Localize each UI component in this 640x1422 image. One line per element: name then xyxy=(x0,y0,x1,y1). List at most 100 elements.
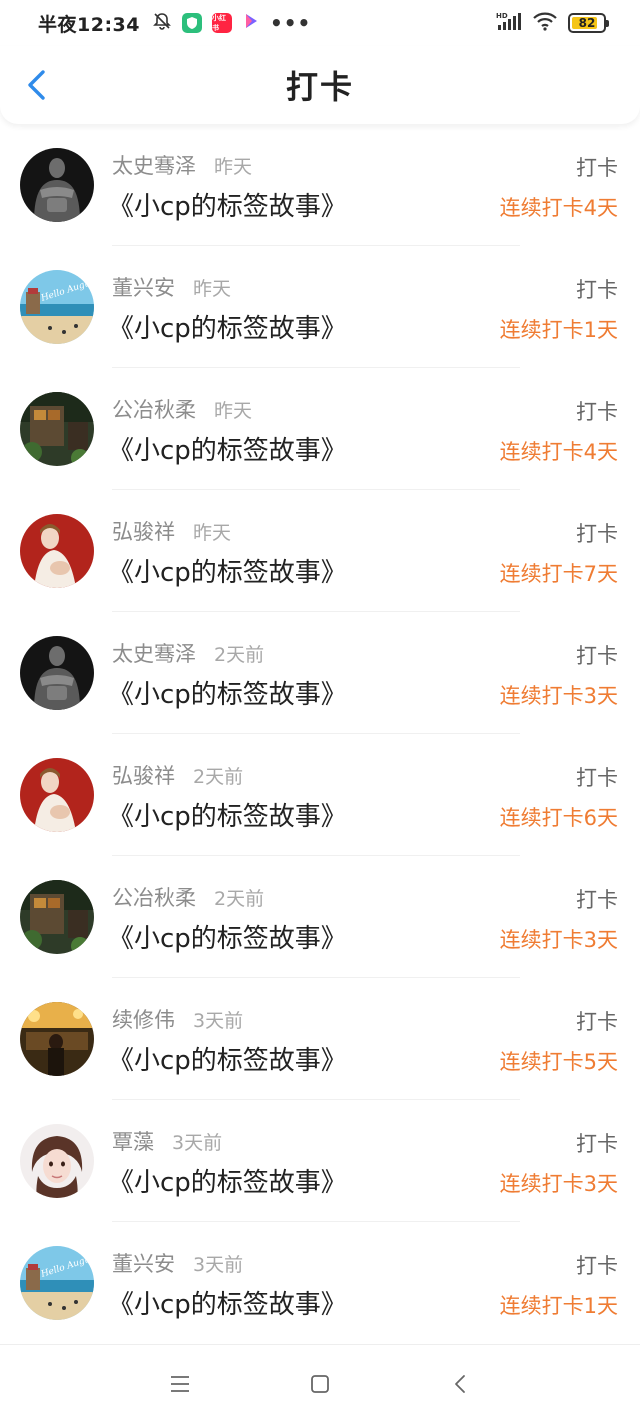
checkin-item[interactable]: Hello August 董兴安 昨天 《小cp的标签故事》 打卡 连续打卡1天 xyxy=(0,246,640,368)
avatar[interactable] xyxy=(20,392,94,466)
avatar[interactable] xyxy=(20,1124,94,1198)
page-title: 打卡 xyxy=(285,68,354,106)
checkin-label: 打卡 xyxy=(576,278,618,302)
streak-text: 连续打卡1天 xyxy=(499,318,618,342)
user-name[interactable]: 续修伟 xyxy=(112,1008,175,1032)
system-back-button[interactable] xyxy=(445,1369,475,1399)
entry-time: 2天前 xyxy=(214,644,265,666)
book-title[interactable]: 《小cp的标签故事》 xyxy=(108,918,347,955)
avatar[interactable] xyxy=(20,1002,94,1076)
chevron-left-icon xyxy=(28,70,45,100)
entry-meta: 太史骞泽 2天前 xyxy=(112,638,264,668)
entry-meta: 公冶秋柔 2天前 xyxy=(112,882,264,912)
entry-time: 昨天 xyxy=(193,278,232,300)
back-button[interactable] xyxy=(22,70,52,100)
entry-time: 3天前 xyxy=(172,1132,223,1154)
book-title[interactable]: 《小cp的标签故事》 xyxy=(108,1162,347,1199)
checkin-item[interactable]: 覃藻 3天前 《小cp的标签故事》 打卡 连续打卡3天 xyxy=(0,1100,640,1222)
checkin-label: 打卡 xyxy=(576,888,618,912)
user-name[interactable]: 公冶秋柔 xyxy=(112,886,196,910)
user-name[interactable]: 董兴安 xyxy=(112,276,175,300)
entry-meta: 董兴安 3天前 xyxy=(112,1248,243,1278)
streak-text: 连续打卡3天 xyxy=(499,928,618,952)
checkin-item[interactable]: 续修伟 3天前 《小cp的标签故事》 打卡 连续打卡5天 xyxy=(0,978,640,1100)
streak-text: 连续打卡7天 xyxy=(499,562,618,586)
checkin-item[interactable]: 公冶秋柔 2天前 《小cp的标签故事》 打卡 连续打卡3天 xyxy=(0,856,640,978)
checkin-item[interactable]: 太史骞泽 2天前 《小cp的标签故事》 打卡 连续打卡3天 xyxy=(0,612,640,734)
user-name[interactable]: 太史骞泽 xyxy=(112,154,196,178)
book-title[interactable]: 《小cp的标签故事》 xyxy=(108,796,347,833)
streak-text: 连续打卡1天 xyxy=(499,1294,618,1318)
entry-time: 3天前 xyxy=(193,1254,244,1276)
battery-percent: 82 xyxy=(578,16,596,30)
app-badge-text: 小红书 xyxy=(211,14,226,32)
checkin-label: 打卡 xyxy=(576,1132,618,1156)
entry-time: 2天前 xyxy=(214,888,265,910)
entry-time: 昨天 xyxy=(193,522,232,544)
wifi-icon xyxy=(532,11,558,35)
checkin-list: 太史骞泽 昨天 《小cp的标签故事》 打卡 连续打卡4天 Hello August… xyxy=(0,124,640,1344)
avatar[interactable] xyxy=(20,514,94,588)
user-name[interactable]: 太史骞泽 xyxy=(112,642,196,666)
book-title[interactable]: 《小cp的标签故事》 xyxy=(108,308,347,345)
book-title[interactable]: 《小cp的标签故事》 xyxy=(108,552,347,589)
checkin-label: 打卡 xyxy=(576,400,618,424)
checkin-item[interactable]: 弘骏祥 2天前 《小cp的标签故事》 打卡 连续打卡6天 xyxy=(0,734,640,856)
entry-time: 昨天 xyxy=(214,400,253,422)
book-title[interactable]: 《小cp的标签故事》 xyxy=(108,674,347,711)
checkin-label: 打卡 xyxy=(576,522,618,546)
home-square-icon xyxy=(311,1374,329,1393)
entry-meta: 弘骏祥 昨天 xyxy=(112,516,231,546)
entry-meta: 覃藻 3天前 xyxy=(112,1126,222,1156)
svg-text:HD: HD xyxy=(496,12,508,20)
entry-meta: 太史骞泽 昨天 xyxy=(112,150,252,180)
entry-meta: 董兴安 昨天 xyxy=(112,272,231,302)
avatar[interactable] xyxy=(20,758,94,832)
user-name[interactable]: 公冶秋柔 xyxy=(112,398,196,422)
avatar[interactable] xyxy=(20,148,94,222)
checkin-label: 打卡 xyxy=(576,766,618,790)
book-title[interactable]: 《小cp的标签故事》 xyxy=(108,1284,347,1321)
entry-meta: 弘骏祥 2天前 xyxy=(112,760,243,790)
user-name[interactable]: 董兴安 xyxy=(112,1252,175,1276)
checkin-item[interactable]: 弘骏祥 昨天 《小cp的标签故事》 打卡 连续打卡7天 xyxy=(0,490,640,612)
status-bar: 半夜12:34 小红书 ••• HD 82 xyxy=(0,0,640,46)
avatar[interactable] xyxy=(20,636,94,710)
book-title[interactable]: 《小cp的标签故事》 xyxy=(108,430,347,467)
back-triangle-icon xyxy=(455,1374,465,1393)
entry-meta: 公冶秋柔 昨天 xyxy=(112,394,252,424)
user-name[interactable]: 覃藻 xyxy=(112,1130,154,1154)
entry-time: 3天前 xyxy=(193,1010,244,1032)
streak-text: 连续打卡6天 xyxy=(499,806,618,830)
avatar[interactable] xyxy=(20,880,94,954)
status-time: 半夜12:34 xyxy=(38,13,140,36)
security-app-icon xyxy=(181,13,202,33)
avatar[interactable]: Hello August xyxy=(20,1246,94,1320)
status-system-icons: HD 82 xyxy=(496,11,609,35)
checkin-item[interactable]: 公冶秋柔 昨天 《小cp的标签故事》 打卡 连续打卡4天 xyxy=(0,368,640,490)
user-name[interactable]: 弘骏祥 xyxy=(112,520,175,544)
menu-icon xyxy=(171,1375,189,1392)
checkin-item[interactable]: Hello August 董兴安 3天前 《小cp的标签故事》 打卡 连续打卡1天 xyxy=(0,1222,640,1344)
entry-meta: 续修伟 3天前 xyxy=(112,1004,243,1034)
play-store-icon xyxy=(242,12,260,34)
checkin-label: 打卡 xyxy=(576,156,618,180)
streak-text: 连续打卡3天 xyxy=(499,1172,618,1196)
bell-muted-icon xyxy=(152,11,172,35)
book-title[interactable]: 《小cp的标签故事》 xyxy=(108,186,347,223)
streak-text: 连续打卡3天 xyxy=(499,684,618,708)
book-title[interactable]: 《小cp的标签故事》 xyxy=(108,1040,347,1077)
checkin-label: 打卡 xyxy=(576,1254,618,1278)
header-bar: 打卡 xyxy=(0,46,640,124)
avatar[interactable]: Hello August xyxy=(20,270,94,344)
checkin-item[interactable]: 太史骞泽 昨天 《小cp的标签故事》 打卡 连续打卡4天 xyxy=(0,124,640,246)
user-name[interactable]: 弘骏祥 xyxy=(112,764,175,788)
xiaohongshu-app-icon: 小红书 xyxy=(211,13,232,33)
checkin-label: 打卡 xyxy=(576,1010,618,1034)
checkin-label: 打卡 xyxy=(576,644,618,668)
signal-icon: HD xyxy=(496,11,522,35)
entry-time: 2天前 xyxy=(193,766,244,788)
menu-button[interactable] xyxy=(165,1369,195,1399)
home-button[interactable] xyxy=(305,1369,335,1399)
status-notification-icons: 小红书 ••• xyxy=(152,11,311,35)
